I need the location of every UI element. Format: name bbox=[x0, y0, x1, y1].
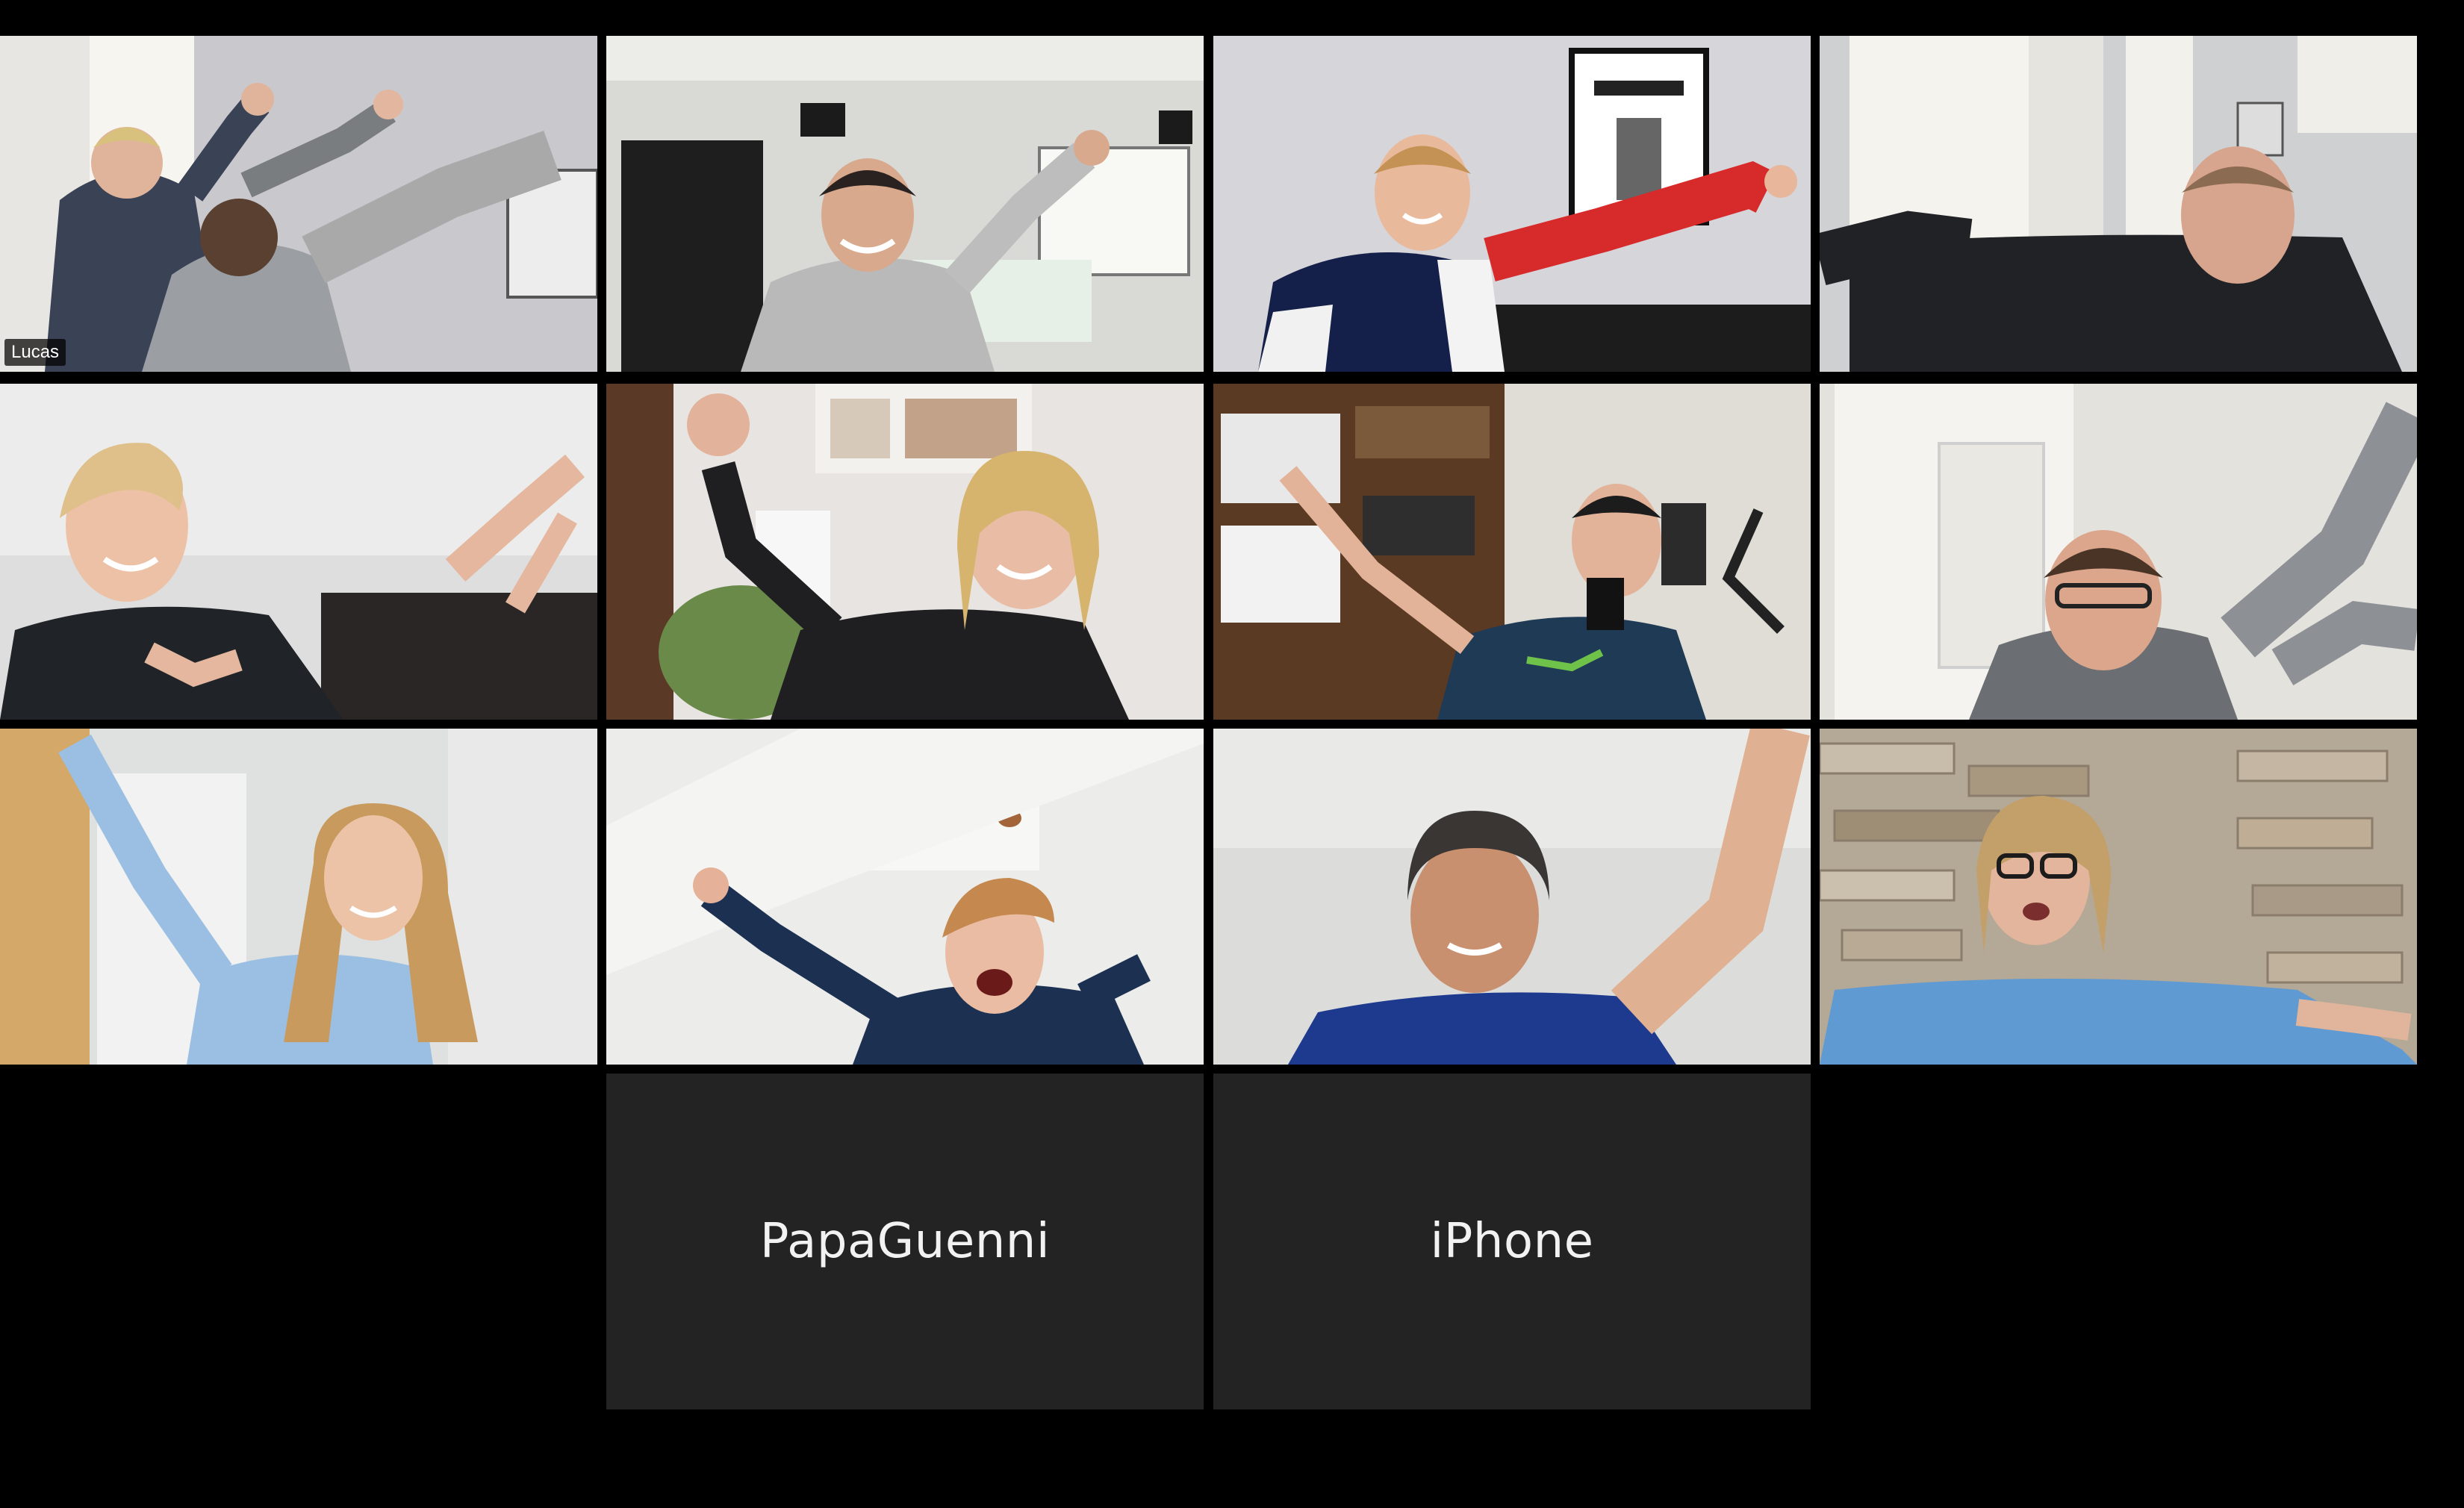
video-tile[interactable] bbox=[0, 384, 597, 720]
video-feed bbox=[606, 36, 1204, 372]
video-tile[interactable] bbox=[606, 36, 1204, 372]
video-feed bbox=[0, 36, 597, 372]
video-tile[interactable] bbox=[1213, 36, 1811, 372]
video-feed bbox=[606, 384, 1204, 720]
video-feed bbox=[0, 729, 597, 1065]
video-feed bbox=[1820, 36, 2417, 372]
video-feed bbox=[1213, 729, 1811, 1065]
video-tile[interactable] bbox=[606, 384, 1204, 720]
video-tile[interactable] bbox=[1820, 36, 2417, 372]
participant-name-label: Lucas bbox=[4, 339, 66, 366]
video-tile-papaguenni[interactable]: PapaGuenni bbox=[606, 1074, 1204, 1409]
video-tile[interactable] bbox=[1213, 729, 1811, 1065]
video-feed bbox=[1213, 36, 1811, 372]
video-tile[interactable] bbox=[1820, 729, 2417, 1065]
video-tile-iphone[interactable]: iPhone bbox=[1213, 1074, 1811, 1409]
video-tile-lucas[interactable]: Lucas bbox=[0, 36, 597, 372]
video-feed bbox=[0, 384, 597, 720]
participant-name: iPhone bbox=[1430, 1214, 1594, 1269]
video-feed bbox=[1820, 729, 2417, 1065]
video-tile[interactable] bbox=[0, 729, 597, 1065]
video-tile[interactable] bbox=[1213, 384, 1811, 720]
video-feed bbox=[606, 729, 1204, 1065]
video-feed bbox=[1820, 384, 2417, 720]
video-tile[interactable] bbox=[606, 729, 1204, 1065]
video-tile[interactable] bbox=[1820, 384, 2417, 720]
video-feed bbox=[1213, 384, 1811, 720]
participant-name: PapaGuenni bbox=[759, 1214, 1051, 1269]
